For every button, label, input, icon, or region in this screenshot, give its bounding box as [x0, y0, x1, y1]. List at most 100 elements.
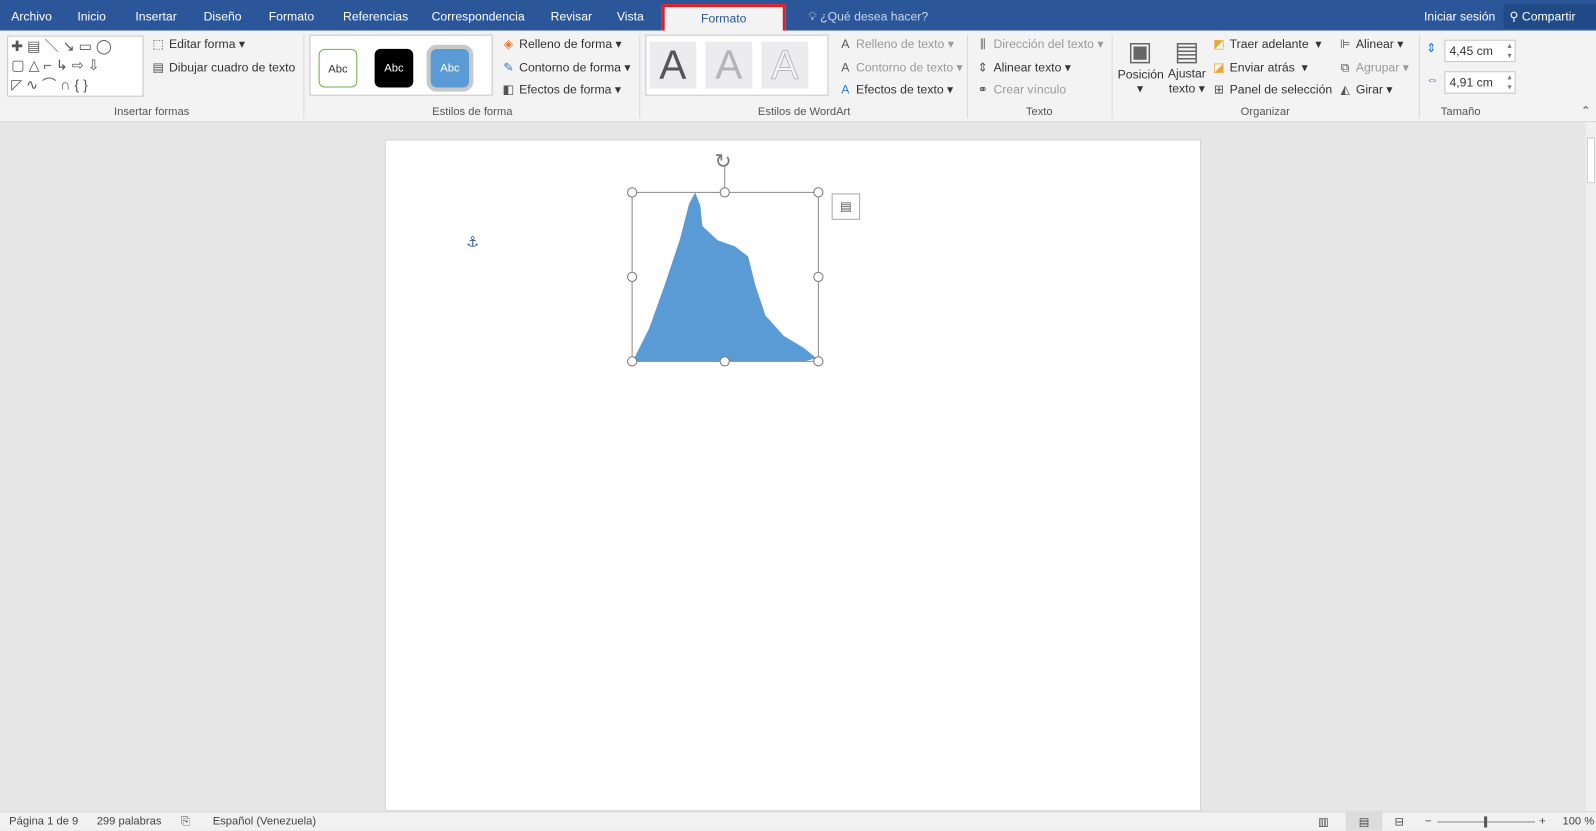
divider [1418, 34, 1420, 119]
tab-formato-home[interactable]: Formato [269, 9, 314, 23]
resize-handle-s[interactable] [719, 356, 730, 367]
wordart-style-gray[interactable]: A [705, 41, 753, 89]
width-spinner[interactable]: 4,91 cm ▴ ▾ [1444, 71, 1516, 94]
text-fill-button[interactable]: A Relleno de texto ▾ [838, 37, 954, 51]
resize-handle-se[interactable] [813, 356, 824, 367]
wrap-text-icon: ▤ [1174, 35, 1200, 67]
divider [303, 34, 305, 119]
web-layout-icon[interactable]: ⊟ [1395, 815, 1404, 828]
resize-handle-e[interactable] [813, 271, 824, 282]
collapse-ribbon-icon[interactable]: ⌃ [1581, 104, 1591, 118]
align-button[interactable]: ⊫ Alinear ▾ [1338, 37, 1404, 51]
divider [639, 34, 641, 119]
status-bar: Página 1 de 9 299 palabras ⎘ Español (Ve… [0, 811, 1596, 831]
text-outline-icon: A [841, 60, 850, 75]
vertical-scrollbar[interactable] [1585, 122, 1596, 812]
resize-handle-nw[interactable] [627, 187, 638, 198]
effects-icon: ◧ [502, 82, 515, 97]
tab-archivo[interactable]: Archivo [11, 9, 52, 23]
wordart-gallery: A A A [645, 34, 829, 96]
resize-handle-n[interactable] [719, 187, 730, 198]
shape-effects-button[interactable]: ◧ Efectos de forma ▾ [501, 82, 621, 96]
shape-styles-gallery: Abc Abc Abc [309, 34, 493, 96]
resize-handle-ne[interactable] [813, 187, 824, 198]
wrap-text-button[interactable]: ▤ Ajustar texto ▾ [1164, 36, 1209, 97]
share-button[interactable]: ⚲ Compartir [1503, 4, 1596, 29]
wordart-style-outline[interactable]: A [761, 41, 809, 89]
tab-revisar[interactable]: Revisar [551, 9, 592, 23]
text-effects-icon: A [841, 82, 850, 97]
send-backward-icon: ◪ [1213, 60, 1225, 75]
selection-pane-icon: ⊞ [1213, 82, 1225, 97]
tab-formato-active[interactable]: Formato [661, 4, 786, 32]
paint-bucket-icon: ◈ [503, 36, 514, 51]
read-mode-icon[interactable]: ▥ [1318, 815, 1329, 828]
align-icon: ⊫ [1339, 36, 1351, 51]
selected-shape[interactable]: ↻ [621, 143, 875, 377]
textbox-icon: ▤ [152, 60, 165, 75]
selection-pane-button[interactable]: ⊞ Panel de selección [1211, 82, 1332, 96]
rotate-handle-icon: ↻ [715, 151, 732, 173]
group-button[interactable]: ⧉ Agrupar ▾ [1338, 60, 1409, 75]
zoom-in-button[interactable]: + [1539, 815, 1546, 827]
rotate-button[interactable]: ◭ Girar ▾ [1338, 82, 1392, 96]
link-icon: ⚭ [977, 82, 988, 97]
edit-points-icon: ⬚ [152, 36, 165, 51]
align-text-button[interactable]: ⇕ Alinear texto ▾ [975, 60, 1071, 74]
text-fill-icon: A [841, 36, 850, 51]
resize-handle-w[interactable] [627, 271, 638, 282]
zoom-slider[interactable] [1437, 816, 1535, 828]
zoom-out-button[interactable]: − [1425, 815, 1432, 827]
draw-textbox-button[interactable]: ▤ Dibujar cuadro de texto [151, 60, 296, 74]
group-label-shape-styles: Estilos de forma [432, 105, 513, 119]
group-label-arrange: Organizar [1240, 105, 1290, 119]
tab-diseno[interactable]: Diseño [204, 9, 242, 23]
scrollbar-thumb[interactable] [1586, 137, 1596, 184]
style-outline[interactable]: Abc [318, 48, 358, 88]
tab-inicio[interactable]: Inicio [77, 9, 106, 23]
position-button[interactable]: ▣ Posición ▾ [1118, 35, 1164, 96]
proofing-icon[interactable]: ⎘ [181, 815, 190, 828]
language[interactable]: Español (Venezuela) [213, 815, 316, 827]
text-direction-icon: ⫼ [979, 36, 986, 51]
shape-outline-button[interactable]: ✎ Contorno de forma ▾ [501, 60, 630, 74]
mountain-shape [634, 192, 817, 362]
send-backward-button[interactable]: ◪ Enviar atrás ▾ [1211, 60, 1308, 75]
zoom-level[interactable]: 100 % [1562, 815, 1594, 827]
ribbon-tabs: Archivo Inicio Insertar Diseño Formato R… [0, 0, 1596, 32]
height-spinner[interactable]: 4,45 cm ▴ ▾ [1444, 39, 1516, 63]
text-effects-button[interactable]: A Efectos de texto ▾ [838, 82, 953, 96]
layout-options-button[interactable]: ▤ [831, 193, 861, 220]
width-icon: ⇔ [1426, 72, 1439, 87]
divider [967, 34, 969, 119]
person-icon: ⚲ [1509, 9, 1522, 24]
tab-correspondencia[interactable]: Correspondencia [432, 9, 525, 23]
zoom-slider-thumb[interactable] [1484, 816, 1488, 828]
sign-in-link[interactable]: Iniciar sesión [1424, 9, 1495, 23]
create-link-button[interactable]: ⚭ Crear vínculo [975, 82, 1066, 96]
tell-me-search[interactable]: 💡︎ ¿Qué desea hacer? [808, 9, 928, 24]
group-icon: ⧉ [1340, 60, 1350, 75]
edit-shape-button[interactable]: ⬚ Editar forma ▾ [151, 36, 246, 51]
height-icon: ⇕ [1426, 40, 1437, 55]
text-outline-button[interactable]: A Contorno de texto ▾ [838, 60, 962, 75]
page-count[interactable]: Página 1 de 9 [9, 815, 78, 827]
bring-forward-icon: ◩ [1213, 36, 1225, 51]
word-count[interactable]: 299 palabras [97, 815, 162, 827]
style-black[interactable]: Abc [374, 48, 414, 88]
text-direction-button[interactable]: ⫼ Dirección del texto ▾ [975, 36, 1104, 52]
shape-fill-button[interactable]: ◈ Relleno de forma ▾ [501, 37, 622, 51]
lightbulb-icon: 💡︎ [808, 9, 821, 24]
wordart-style-dark[interactable]: A [649, 41, 697, 89]
print-layout-icon[interactable]: ▤ [1345, 812, 1383, 831]
style-blue-selected[interactable]: Abc [426, 44, 474, 92]
resize-handle-sw[interactable] [627, 356, 638, 367]
tab-insertar[interactable]: Insertar [135, 9, 176, 23]
position-icon: ▣ [1127, 35, 1153, 67]
tab-referencias[interactable]: Referencias [343, 9, 408, 23]
bring-forward-button[interactable]: ◩ Traer adelante ▾ [1211, 37, 1321, 51]
tab-vista[interactable]: Vista [617, 9, 644, 23]
shapes-gallery[interactable]: ✚ ▤ ＼ ↘ ▭ ◯ ▢ △ ⌐ ↳ ⇨ ⇩ ◸ ∿ ⌒ ∩ { } [7, 35, 144, 97]
ribbon: ✚ ▤ ＼ ↘ ▭ ◯ ▢ △ ⌐ ↳ ⇨ ⇩ ◸ ∿ ⌒ ∩ { } ⬚ Edita… [0, 30, 1596, 123]
anchor-icon: ⚓︎ [466, 233, 479, 250]
